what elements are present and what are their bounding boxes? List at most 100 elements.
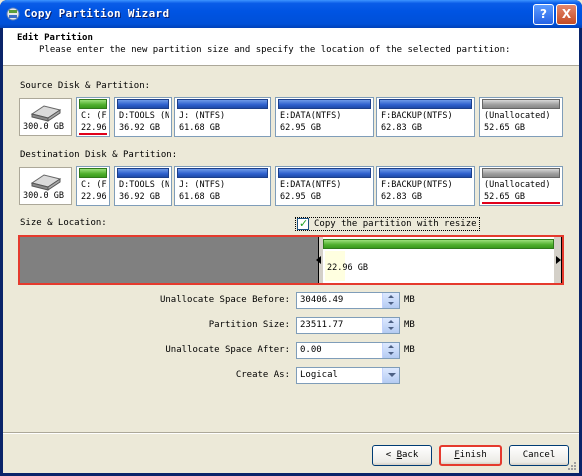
partition-usage-bar — [117, 99, 169, 109]
footer-separator — [3, 432, 579, 434]
partition-usage-bar — [482, 99, 560, 109]
source-unallocated[interactable]: (Unallocated) 52.65 GB — [479, 97, 563, 137]
source-partition-f[interactable]: F:BACKUP(NTFS) 62.83 GB — [376, 97, 475, 137]
hard-disk-icon — [30, 174, 62, 191]
destination-partition-j[interactable]: J: (NTFS) 61.68 GB — [174, 166, 271, 206]
hard-disk-icon — [30, 105, 62, 122]
destination-disk-card[interactable]: 300.0 GB — [19, 167, 72, 205]
source-partition-c[interactable]: C: (FA' 22.96 — [76, 97, 110, 137]
dialog-body: Edit Partition Please enter the new part… — [3, 28, 579, 473]
spin-up-icon[interactable] — [388, 295, 394, 298]
source-partition-e[interactable]: E:DATA(NTFS) 62.95 GB — [275, 97, 374, 137]
spin-down-icon[interactable] — [388, 327, 394, 330]
partition-usage-bar — [79, 168, 107, 178]
spin-down-icon[interactable] — [388, 302, 394, 305]
partition-size: 61.68 GB — [179, 123, 220, 133]
partition-usage-bar — [379, 168, 472, 178]
partition-name: J: (NTFS) — [179, 180, 226, 190]
spin-down-icon[interactable] — [388, 352, 394, 355]
create-as-label: Create As: — [235, 370, 290, 380]
destination-disk-map: 300.0 GB C: (FA' 22.96 D:TOOLS (NI 36.92… — [19, 166, 563, 206]
unit-label: MB — [404, 320, 415, 330]
wizard-app-icon — [6, 7, 20, 21]
destination-partition-e[interactable]: E:DATA(NTFS) 62.95 GB — [275, 166, 374, 206]
partition-bar — [323, 239, 554, 249]
partition-name: E:DATA(NTFS) — [280, 180, 342, 190]
back-button[interactable]: < Back — [372, 445, 432, 466]
destination-partition-f[interactable]: F:BACKUP(NTFS) 62.83 GB — [376, 166, 475, 206]
source-disk-card[interactable]: 300.0 GB — [19, 98, 72, 136]
unalloc-before-label: Unallocate Space Before: — [159, 295, 290, 305]
back-label: ack — [402, 450, 419, 460]
selected-underline — [482, 202, 560, 204]
header-subtitle: Please enter the new partition size and … — [39, 45, 511, 55]
partition-name: F:BACKUP(NTFS) — [381, 111, 453, 121]
unalloc-after-spinner[interactable] — [382, 343, 399, 358]
partition-usage-bar — [379, 99, 472, 109]
window-title: Copy Partition Wizard — [24, 7, 170, 20]
size-location-label: Size & Location: — [20, 218, 107, 228]
partition-size: 36.92 GB — [119, 192, 160, 202]
partition-size: 62.83 GB — [381, 123, 422, 133]
spin-up-icon[interactable] — [388, 320, 394, 323]
destination-disk-label: Destination Disk & Partition: — [20, 150, 178, 160]
partition-name: C: (FA' — [81, 180, 107, 190]
checkbox-box[interactable]: ✓ — [297, 217, 309, 230]
spin-up-icon[interactable] — [388, 345, 394, 348]
cancel-button[interactable]: Cancel — [509, 445, 569, 466]
destination-partition-c[interactable]: C: (FA' 22.96 — [76, 166, 110, 206]
partition-size: 22.96 — [81, 123, 107, 133]
help-button[interactable]: ? — [533, 4, 554, 25]
partition-usage-bar — [278, 168, 371, 178]
partition-usage-bar — [117, 168, 169, 178]
copy-resize-checkbox[interactable]: ✓ Copy the partition with resize — [295, 217, 480, 231]
source-disk-label: Source Disk & Partition: — [20, 81, 151, 91]
size-location-slider[interactable]: 22.96 GB — [18, 235, 564, 285]
partition-name: D:TOOLS (NI — [119, 111, 169, 121]
partition-name: F:BACKUP(NTFS) — [381, 180, 453, 190]
destination-partition-d[interactable]: D:TOOLS (NI 36.92 GB — [114, 166, 172, 206]
partition-usage-bar — [177, 168, 268, 178]
partition-size: 52.65 GB — [484, 123, 525, 133]
finish-button[interactable]: Finish — [439, 445, 502, 466]
source-partition-d[interactable]: D:TOOLS (NI 36.92 GB — [114, 97, 172, 137]
unalloc-before-spinner[interactable] — [382, 293, 399, 308]
source-disk-map: 300.0 GB C: (FA' 22.96 D:TOOLS (NI 36.92… — [19, 97, 563, 137]
unalloc-after-label: Unallocate Space After: — [165, 345, 290, 355]
partition-name: (Unallocated) — [484, 111, 551, 121]
source-partition-j[interactable]: J: (NTFS) 61.68 GB — [174, 97, 271, 137]
destination-disk-size: 300.0 GB — [23, 191, 64, 201]
partition-size: 22.96 — [81, 192, 107, 202]
unit-label: MB — [404, 345, 415, 355]
partition-usage-bar — [278, 99, 371, 109]
unallocated-before-region — [20, 237, 318, 283]
partition-usage-bar — [482, 168, 560, 178]
chevron-down-icon[interactable] — [382, 368, 399, 383]
header-title: Edit Partition — [17, 33, 93, 43]
partition-name: D:TOOLS (NI — [119, 180, 169, 190]
partition-size: 36.92 GB — [119, 123, 160, 133]
partition-usage-bar — [79, 99, 107, 109]
copy-partition-wizard-window: Copy Partition Wizard ? X Edit Partition… — [0, 0, 582, 476]
left-arrow-icon — [316, 256, 321, 264]
partition-name: C: (FA' — [81, 111, 107, 121]
partition-size-spinner[interactable] — [382, 318, 399, 333]
partition-size: 62.95 GB — [280, 192, 321, 202]
resize-grip-icon[interactable] — [567, 461, 577, 471]
finish-label: inish — [459, 450, 487, 460]
destination-unallocated[interactable]: (Unallocated) 52.65 GB — [479, 166, 563, 206]
partition-size-label: Partition Size: — [208, 320, 290, 330]
partition-region[interactable]: 22.96 GB — [316, 237, 562, 283]
partition-size: 62.83 GB — [381, 192, 422, 202]
checkmark-icon: ✓ — [299, 217, 309, 230]
right-arrow-icon — [556, 256, 561, 264]
partition-name: (Unallocated) — [484, 180, 551, 190]
partition-size-text: 22.96 GB — [327, 263, 368, 273]
partition-size: 61.68 GB — [179, 192, 220, 202]
partition-name: J: (NTFS) — [179, 111, 226, 121]
title-bar[interactable]: Copy Partition Wizard ? X — [0, 0, 582, 28]
partition-size: 52.65 GB — [484, 192, 525, 202]
unit-label: MB — [404, 295, 415, 305]
close-button[interactable]: X — [556, 4, 577, 25]
partition-name: E:DATA(NTFS) — [280, 111, 342, 121]
